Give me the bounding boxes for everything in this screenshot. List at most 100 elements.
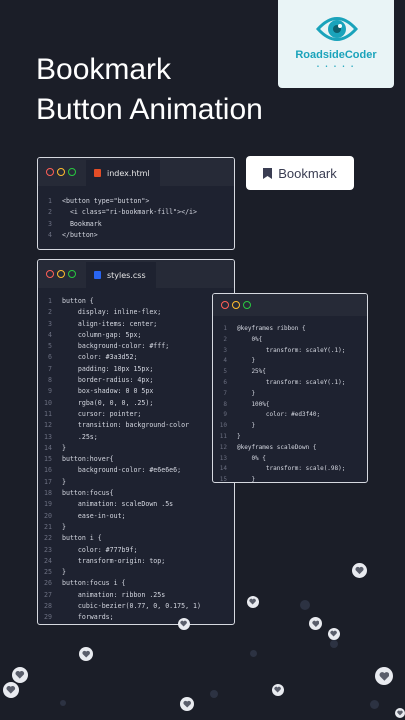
line-number: 11 xyxy=(219,432,227,440)
code-block: 1 @keyframes ribbon {2 0%{3 transform: sc… xyxy=(213,316,367,483)
line-number: 3 xyxy=(48,319,52,328)
line-number: 29 xyxy=(44,613,52,622)
line-text: rgba(0, 0, 0, .25); xyxy=(62,398,154,407)
code-line: 15 } xyxy=(213,475,367,483)
tab-index-html[interactable]: index.html xyxy=(86,160,160,186)
code-line: 21} xyxy=(38,522,234,533)
code-line: 3 align-items: center; xyxy=(38,319,234,330)
code-line: 6 color: #3a3d52; xyxy=(38,352,234,363)
tab-label: index.html xyxy=(107,168,150,178)
page-title: Bookmark Button Animation xyxy=(36,50,316,130)
line-text: .25s; xyxy=(62,432,98,441)
line-number: 5 xyxy=(48,342,52,351)
code-line: 16 background-color: #e6e6e6; xyxy=(38,465,234,476)
line-number: 15 xyxy=(44,455,52,464)
line-number: 9 xyxy=(223,411,227,419)
line-number: 18 xyxy=(44,489,52,498)
maximize-dot-icon[interactable] xyxy=(243,301,251,309)
heart-icon xyxy=(12,667,28,683)
close-dot-icon[interactable] xyxy=(221,301,229,309)
heart-icon xyxy=(79,647,93,661)
code-line: 2 0%{ xyxy=(213,335,367,346)
code-line: 8 100%{ xyxy=(213,400,367,411)
minimize-dot-icon[interactable] xyxy=(57,270,65,278)
line-text: 25%{ xyxy=(237,368,266,376)
line-number: 3 xyxy=(48,219,52,228)
line-text: column-gap: 5px; xyxy=(62,330,142,339)
line-number: 26 xyxy=(44,579,52,588)
line-text: @keyframes ribbon { xyxy=(237,325,306,332)
line-text: } xyxy=(62,522,66,531)
line-text: transform-origin: top; xyxy=(62,556,166,565)
code-line: 1 <button type="button"> xyxy=(38,196,234,207)
code-line: 17} xyxy=(38,477,234,488)
title-line-1: Bookmark xyxy=(36,53,172,86)
css-code-window: styles.css 1 button { 2 display: inline-fl… xyxy=(37,259,235,625)
background-bubble xyxy=(330,640,338,648)
line-number: 4 xyxy=(223,357,227,365)
code-line: 4 } xyxy=(213,356,367,367)
close-dot-icon[interactable] xyxy=(46,168,54,176)
code-line: 28 cubic-bezier(0.77, 0, 0.175, 1) xyxy=(38,601,234,612)
line-text: button:focus i { xyxy=(62,579,126,588)
line-text: transform: scaleY(.1); xyxy=(237,378,346,386)
code-line: 3 Bookmark xyxy=(38,219,234,230)
window-titlebar xyxy=(213,294,367,316)
code-line: 3 transform: scaleY(.1); xyxy=(213,346,367,357)
code-line: 18 button:focus{ xyxy=(38,488,234,499)
keyframes-code-window: 1 @keyframes ribbon {2 0%{3 transform: sc… xyxy=(212,293,368,483)
line-number: 30 xyxy=(38,624,52,625)
maximize-dot-icon[interactable] xyxy=(68,270,76,278)
line-number: 27 xyxy=(44,590,52,599)
heart-icon xyxy=(375,667,393,685)
line-number: 1 xyxy=(48,297,52,305)
line-number: 16 xyxy=(44,466,52,475)
line-number: 9 xyxy=(48,387,52,396)
code-line: 11} xyxy=(213,432,367,443)
line-text: 0%{ xyxy=(237,335,263,343)
heart-icon xyxy=(247,596,259,608)
window-titlebar: index.html xyxy=(38,158,234,186)
code-line: 2 display: inline-flex; xyxy=(38,307,234,318)
line-number: 4 xyxy=(48,330,52,339)
line-text: padding: 10px 15px; xyxy=(62,364,154,373)
code-line: 4 </button> xyxy=(38,230,234,241)
line-number: 6 xyxy=(223,378,227,386)
line-number: 2 xyxy=(48,208,52,217)
line-number: 14 xyxy=(44,443,52,452)
code-line: 4 column-gap: 5px; xyxy=(38,330,234,341)
code-line: 2 <i class="ri-bookmark-fill"></i> xyxy=(38,207,234,218)
line-text: border-radius: 4px; xyxy=(62,376,154,385)
line-text: 100%{ xyxy=(237,400,270,408)
line-text: } xyxy=(62,443,66,452)
line-number: 1 xyxy=(48,197,52,205)
minimize-dot-icon[interactable] xyxy=(57,168,65,176)
line-number: 10 xyxy=(219,422,227,430)
tab-styles-css[interactable]: styles.css xyxy=(86,262,156,288)
close-dot-icon[interactable] xyxy=(46,270,54,278)
bookmark-button[interactable]: Bookmark xyxy=(246,156,354,190)
bookmark-button-label: Bookmark xyxy=(278,165,337,181)
maximize-dot-icon[interactable] xyxy=(68,168,76,176)
minimize-dot-icon[interactable] xyxy=(232,301,240,309)
line-number: 6 xyxy=(48,353,52,362)
line-text: display: inline-flex; xyxy=(62,308,162,317)
code-line: 10 } xyxy=(213,421,367,432)
line-number: 24 xyxy=(44,556,52,565)
line-text: } xyxy=(237,476,256,483)
line-text: button { xyxy=(62,297,94,305)
line-number: 17 xyxy=(44,477,52,486)
line-text: box-shadow: 0 0 5px xyxy=(62,387,154,396)
line-number: 11 xyxy=(44,409,52,418)
bookmark-icon xyxy=(263,167,273,179)
heart-icon xyxy=(309,617,322,630)
line-text: color: #3a3d52; xyxy=(62,353,138,362)
heart-icon xyxy=(178,618,190,630)
line-number: 4 xyxy=(48,230,52,239)
heart-icon xyxy=(352,563,367,578)
line-text: button:focus{ xyxy=(62,489,114,498)
code-line: 24 transform-origin: top; xyxy=(38,556,234,567)
line-number: 14 xyxy=(219,465,227,473)
code-line: 10 rgba(0, 0, 0, .25); xyxy=(38,398,234,409)
code-line: 13 0% { xyxy=(213,454,367,465)
